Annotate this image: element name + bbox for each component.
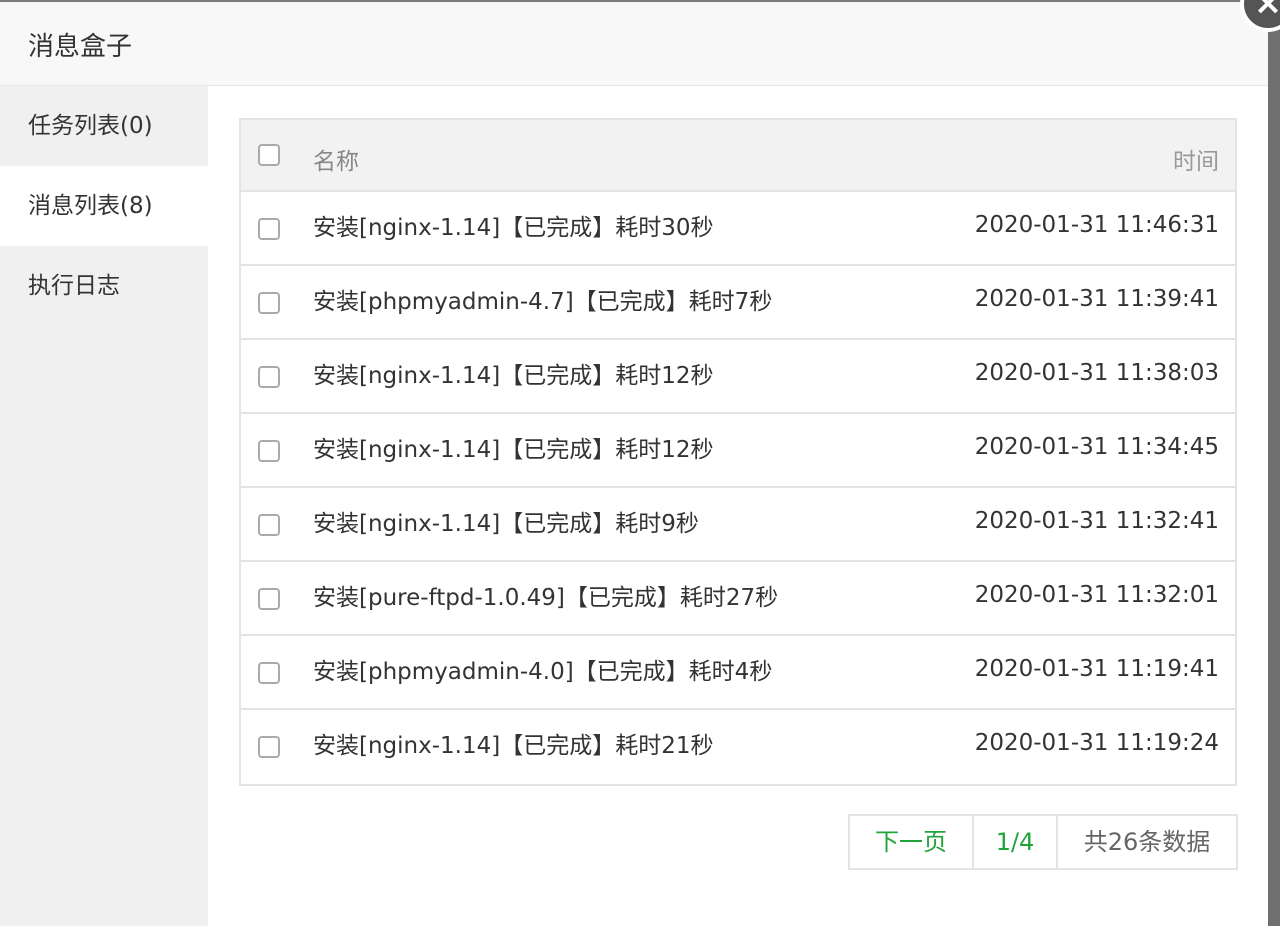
row-checkbox[interactable] <box>258 292 280 314</box>
sidebar-item-label: 消息列表(8) <box>28 193 153 219</box>
message-time: 2020-01-31 11:34:45 <box>974 434 1219 460</box>
table-row: 安装[nginx-1.14]【已完成】耗时12秒 2020-01-31 11:3… <box>241 414 1235 488</box>
row-checkbox[interactable] <box>258 588 280 610</box>
sidebar: 任务列表(0) 消息列表(8) 执行日志 <box>0 86 208 926</box>
message-name: 安装[nginx-1.14]【已完成】耗时30秒 <box>313 215 714 241</box>
table-row: 安装[nginx-1.14]【已完成】耗时12秒 2020-01-31 11:3… <box>241 340 1235 414</box>
row-checkbox[interactable] <box>258 366 280 388</box>
sidebar-item-label: 执行日志 <box>28 273 120 299</box>
message-name: 安装[nginx-1.14]【已完成】耗时12秒 <box>313 437 714 463</box>
message-name: 安装[pure-ftpd-1.0.49]【已完成】耗时27秒 <box>313 585 779 611</box>
sidebar-item-label: 任务列表(0) <box>28 113 153 139</box>
sidebar-item-messages[interactable]: 消息列表(8) <box>0 166 208 246</box>
message-name: 安装[nginx-1.14]【已完成】耗时21秒 <box>313 733 714 759</box>
table-row: 安装[nginx-1.14]【已完成】耗时9秒 2020-01-31 11:32… <box>241 488 1235 562</box>
table-row: 安装[phpmyadmin-4.0]【已完成】耗时4秒 2020-01-31 1… <box>241 636 1235 710</box>
row-checkbox[interactable] <box>258 736 280 758</box>
row-checkbox[interactable] <box>258 514 280 536</box>
table-row: 安装[pure-ftpd-1.0.49]【已完成】耗时27秒 2020-01-3… <box>241 562 1235 636</box>
message-name: 安装[phpmyadmin-4.7]【已完成】耗时7秒 <box>313 289 773 315</box>
table-row: 安装[phpmyadmin-4.7]【已完成】耗时7秒 2020-01-31 1… <box>241 266 1235 340</box>
message-table: 名称 时间 安装[nginx-1.14]【已完成】耗时30秒 2020-01-3… <box>239 118 1237 786</box>
row-checkbox[interactable] <box>258 218 280 240</box>
dialog-titlebar: 消息盒子 <box>0 2 1268 86</box>
message-time: 2020-01-31 11:46:31 <box>974 212 1219 238</box>
message-time: 2020-01-31 11:19:24 <box>974 730 1219 756</box>
row-checkbox[interactable] <box>258 440 280 462</box>
message-time: 2020-01-31 11:19:41 <box>974 656 1219 682</box>
message-time: 2020-01-31 11:32:01 <box>974 582 1219 608</box>
message-time: 2020-01-31 11:32:41 <box>974 508 1219 534</box>
sidebar-item-logs[interactable]: 执行日志 <box>0 246 208 326</box>
next-page-button[interactable]: 下一页 <box>850 816 974 868</box>
dialog-title: 消息盒子 <box>28 32 133 62</box>
column-header-name: 名称 <box>313 149 359 175</box>
message-name: 安装[nginx-1.14]【已完成】耗时12秒 <box>313 363 714 389</box>
message-time: 2020-01-31 11:39:41 <box>974 286 1219 312</box>
table-row: 安装[nginx-1.14]【已完成】耗时21秒 2020-01-31 11:1… <box>241 710 1235 784</box>
sidebar-item-tasks[interactable]: 任务列表(0) <box>0 86 208 166</box>
row-checkbox[interactable] <box>258 662 280 684</box>
pagination: 下一页 1/4 共26条数据 <box>848 814 1238 870</box>
table-row: 安装[nginx-1.14]【已完成】耗时30秒 2020-01-31 11:4… <box>241 192 1235 266</box>
message-name: 安装[nginx-1.14]【已完成】耗时9秒 <box>313 511 699 537</box>
message-time: 2020-01-31 11:38:03 <box>974 360 1219 386</box>
main-content: 名称 时间 安装[nginx-1.14]【已完成】耗时30秒 2020-01-3… <box>208 86 1268 926</box>
column-header-time: 时间 <box>1173 149 1219 175</box>
message-name: 安装[phpmyadmin-4.0]【已完成】耗时4秒 <box>313 659 773 685</box>
select-all-checkbox[interactable] <box>258 144 280 166</box>
current-page-indicator: 1/4 <box>974 816 1058 868</box>
message-box-dialog: 消息盒子 × 任务列表(0) 消息列表(8) 执行日志 名称 时间 安装[ngi… <box>0 0 1280 926</box>
total-count: 共26条数据 <box>1083 828 1211 856</box>
table-header: 名称 时间 <box>241 120 1235 192</box>
